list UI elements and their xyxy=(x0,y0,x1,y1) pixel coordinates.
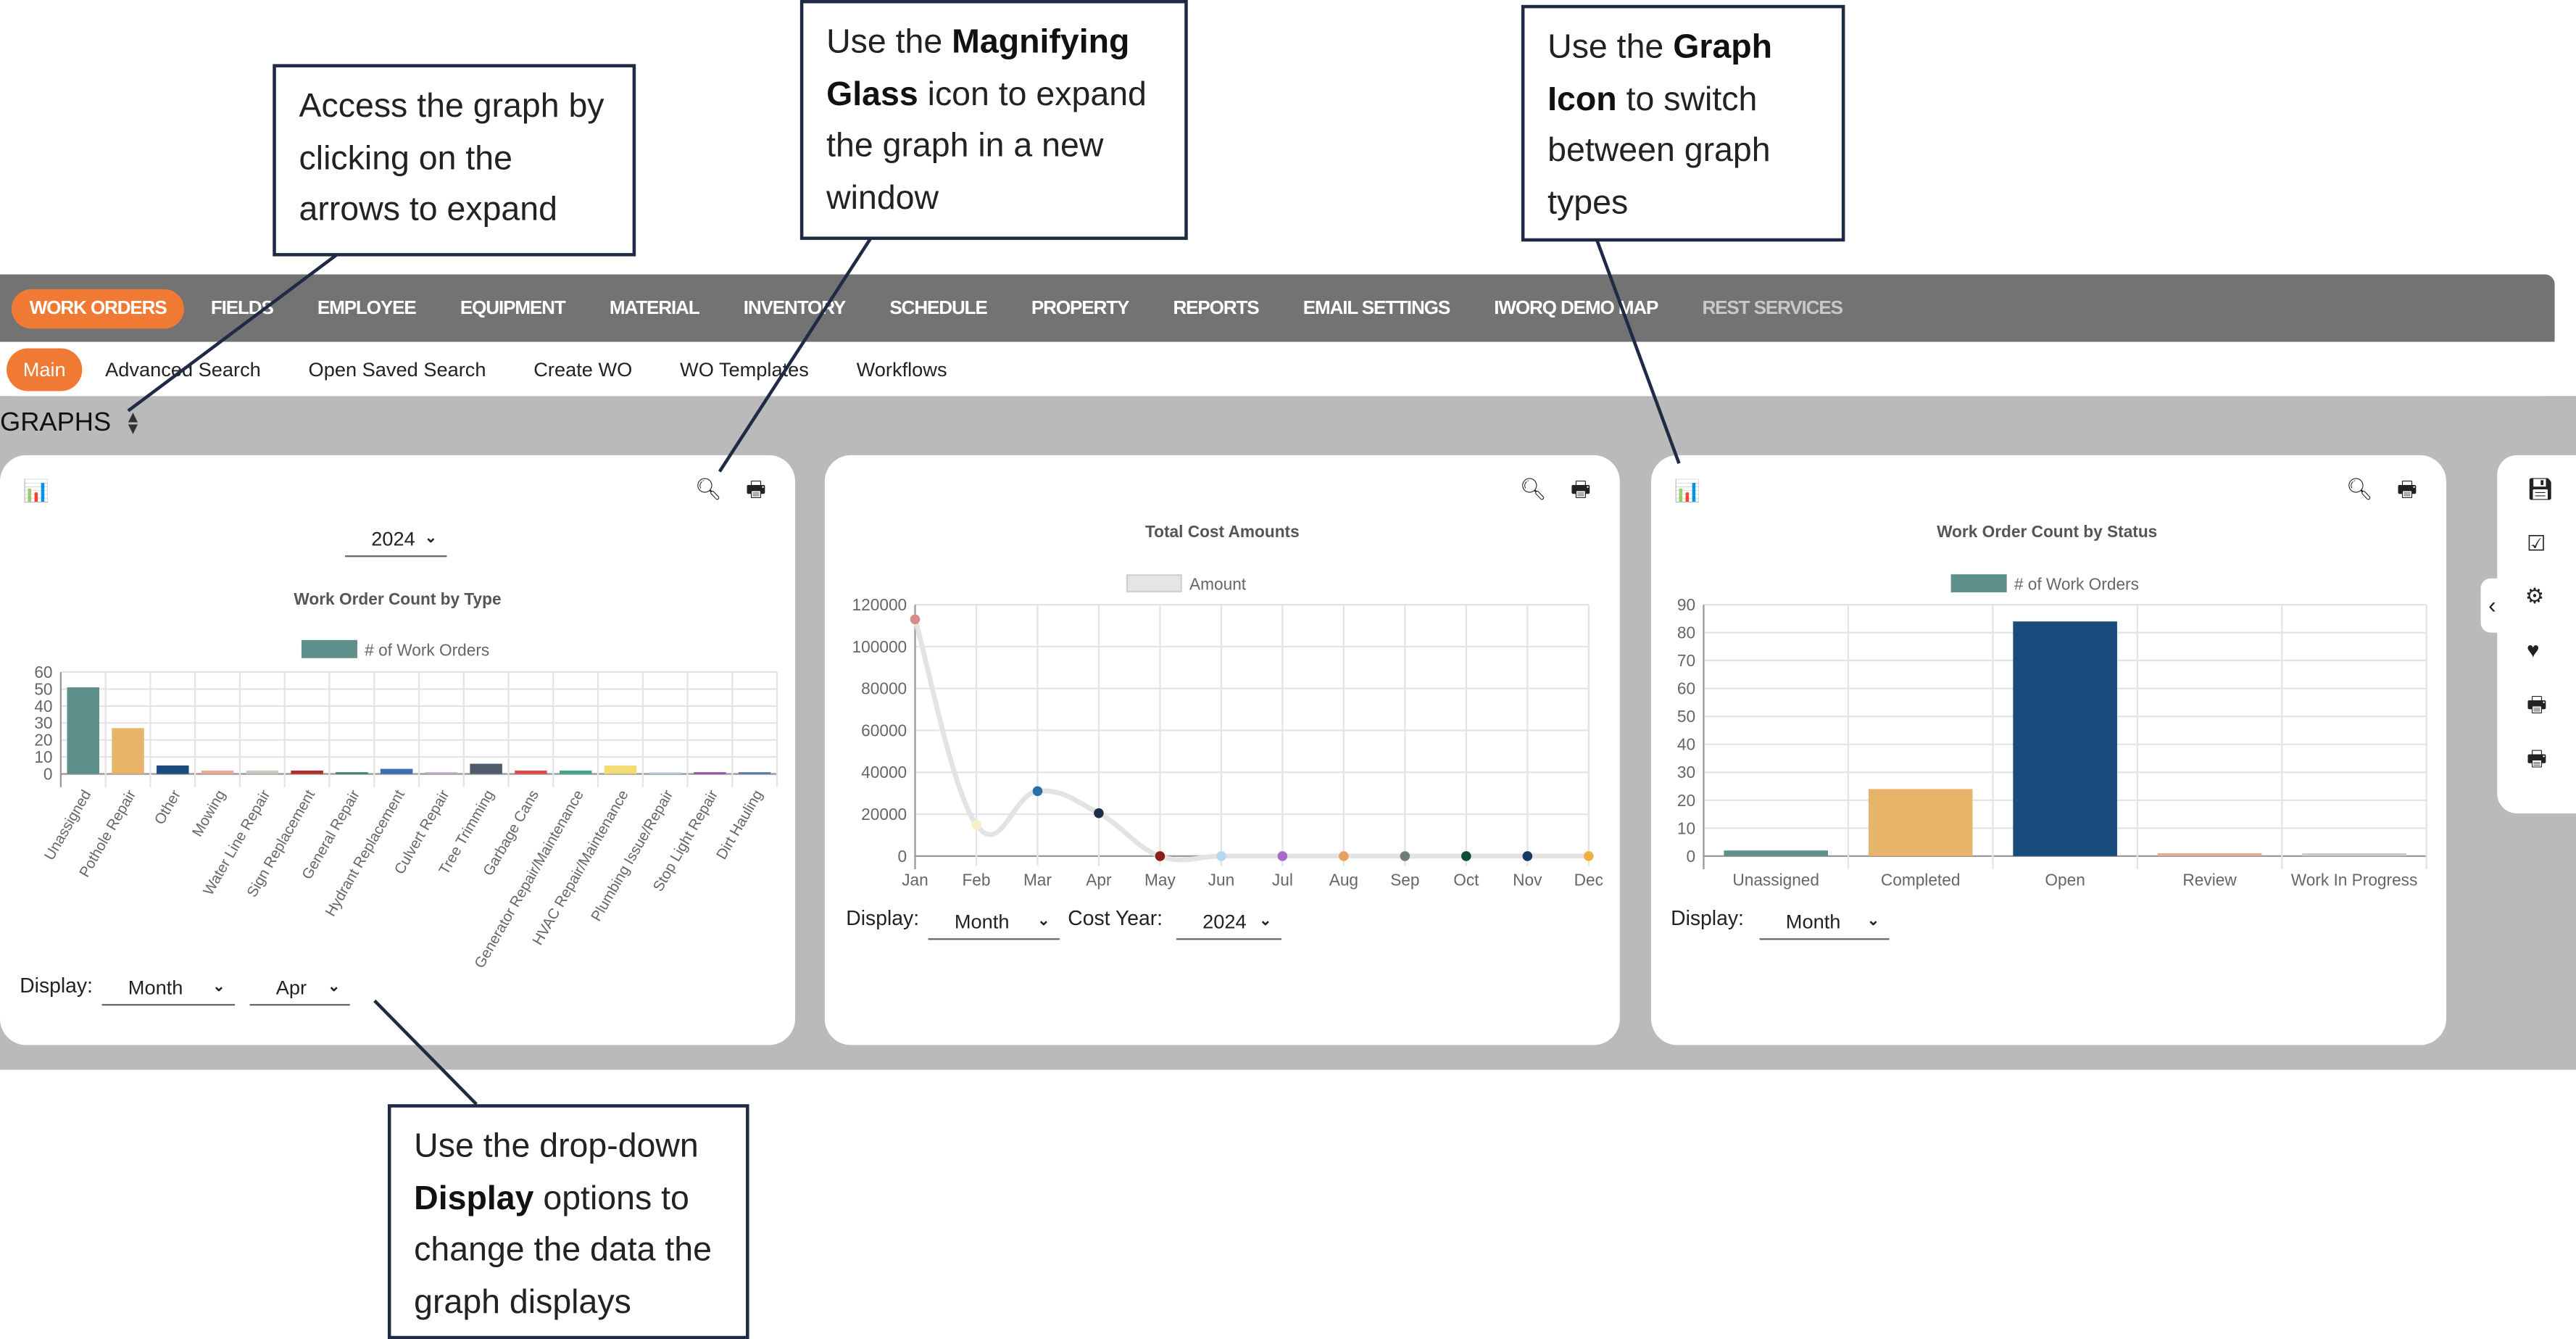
year-select[interactable]: 2024 ⌄ xyxy=(344,521,447,557)
display-select[interactable]: Month ⌄ xyxy=(928,904,1060,940)
display-label: Display: xyxy=(20,974,93,998)
nav-item-work-orders[interactable]: WORK ORDERS xyxy=(11,288,185,328)
subnav-item-wo-templates[interactable]: WO Templates xyxy=(680,357,809,381)
magnifying-glass-icon[interactable]: 🔍︎ xyxy=(695,478,722,499)
callout-magnifier: Use the Magnifying Glass icon to expand … xyxy=(799,0,1188,240)
nav-item-inventory[interactable]: INVENTORY xyxy=(744,298,847,318)
sub-nav: Main Advanced Search Open Saved Search Crea… xyxy=(0,341,2555,397)
subnav-item-main[interactable]: Main xyxy=(7,347,83,391)
chevron-down-icon: ⌄ xyxy=(1259,911,1272,929)
graph-panel-type: 📊 🔍︎ 🖶 2024 ⌄ Display: Month ⌄ Apr ⌄ xyxy=(0,455,796,1045)
year-select-value: 2024 xyxy=(371,526,415,550)
save-icon[interactable]: 💾︎ xyxy=(2527,478,2554,499)
collapse-toolbar-chevron-icon[interactable]: ‹ xyxy=(2480,578,2504,633)
magnifying-glass-icon[interactable]: 🔍︎ xyxy=(2346,478,2373,499)
cost-year-select-value: 2024 xyxy=(1202,909,1247,933)
checkbox-icon[interactable]: ☑ xyxy=(2527,532,2546,553)
callout-text: Use the drop-down xyxy=(414,1127,699,1166)
subnav-item-workflows[interactable]: Workflows xyxy=(857,357,947,381)
expand-arrows-icon[interactable]: ▲ ▼ xyxy=(125,410,141,439)
graph-panel-cost: 🔍︎ 🖶 Display: Month ⌄ Cost Year: 2024 ⌄ xyxy=(824,455,1620,1045)
display-select-value: Month xyxy=(1785,909,1841,933)
nav-item-iworq-demo-map[interactable]: IWORQ DEMO MAP xyxy=(1494,298,1658,318)
callout-expand: Access the graph by clicking on the arro… xyxy=(273,64,636,257)
nav-item-reports[interactable]: REPORTS xyxy=(1173,298,1259,318)
graph-type-icon[interactable]: 📊 xyxy=(1674,480,1701,501)
chevron-down-icon: ⌄ xyxy=(1866,911,1879,929)
nav-item-property[interactable]: PROPERTY xyxy=(1031,298,1129,318)
subnav-item-advanced-search[interactable]: Advanced Search xyxy=(105,357,261,381)
callout-emphasis: Display xyxy=(414,1179,534,1217)
page: WORK ORDERS FIELDS EMPLOYEE EQUIPMENT MATERI… xyxy=(0,0,2576,1339)
heart-icon[interactable]: ♥ xyxy=(2527,639,2539,660)
callout-text: Use the xyxy=(826,22,952,61)
chevron-down-icon: ⌄ xyxy=(328,977,341,995)
subnav-item-create-wo[interactable]: Create WO xyxy=(533,357,632,381)
month-select[interactable]: Apr ⌄ xyxy=(249,969,350,1006)
print-icon[interactable]: 🖶 xyxy=(1571,478,1591,499)
display-select[interactable]: Month ⌄ xyxy=(1759,904,1890,940)
nav-item-schedule[interactable]: SCHEDULE xyxy=(889,298,987,318)
magnifying-glass-icon[interactable]: 🔍︎ xyxy=(1520,478,1547,499)
cost-year-select[interactable]: 2024 ⌄ xyxy=(1176,904,1281,940)
display-label: Display: xyxy=(1671,907,1744,930)
print-icon[interactable]: 🖶 xyxy=(2527,694,2547,715)
nav-item-equipment[interactable]: EQUIPMENT xyxy=(460,298,566,318)
nav-item-employee[interactable]: EMPLOYEE xyxy=(317,298,417,318)
graph-type-icon[interactable]: 📊 xyxy=(23,480,50,501)
print-icon[interactable]: 🖶 xyxy=(2397,478,2417,499)
subnav-item-open-saved-search[interactable]: Open Saved Search xyxy=(309,357,486,381)
nav-item-fields[interactable]: FIELDS xyxy=(211,298,274,318)
nav-item-email-settings[interactable]: EMAIL SETTINGS xyxy=(1303,298,1451,318)
display-select-value: Month xyxy=(954,909,1010,933)
print-icon[interactable]: 🖶 xyxy=(2527,747,2547,768)
cost-year-label: Cost Year: xyxy=(1068,907,1163,930)
chevron-down-icon: ⌄ xyxy=(212,977,225,995)
display-select[interactable]: Month ⌄ xyxy=(101,969,236,1006)
callout-graph-icon: Use the Graph Icon to switch between gra… xyxy=(1521,4,1845,242)
gears-icon[interactable]: ⚙ xyxy=(2525,585,2544,606)
callout-text: Access the graph by clicking on the arro… xyxy=(299,87,604,229)
chevron-down-icon: ⌄ xyxy=(424,528,437,546)
display-label: Display: xyxy=(846,907,920,930)
month-select-value: Apr xyxy=(275,975,307,998)
main-nav: WORK ORDERS FIELDS EMPLOYEE EQUIPMENT MATERI… xyxy=(0,274,2555,342)
callout-text: Use the xyxy=(1547,28,1674,66)
section-title: GRAPHS xyxy=(0,409,112,437)
callout-display: Use the drop-down Display options to cha… xyxy=(387,1104,749,1339)
nav-item-rest-services[interactable]: REST SERVICES xyxy=(1702,298,1843,318)
right-toolbar: 💾︎ ☑ ⚙ ♥ 🖶 🖶 xyxy=(2497,455,2576,813)
graph-panel-status: 📊 🔍︎ 🖶 Display: Month ⌄ xyxy=(1650,455,2446,1045)
chevron-down-icon: ⌄ xyxy=(1037,911,1050,929)
print-icon[interactable]: 🖶 xyxy=(746,478,766,499)
display-select-value: Month xyxy=(128,975,183,998)
nav-item-material[interactable]: MATERIAL xyxy=(610,298,700,318)
